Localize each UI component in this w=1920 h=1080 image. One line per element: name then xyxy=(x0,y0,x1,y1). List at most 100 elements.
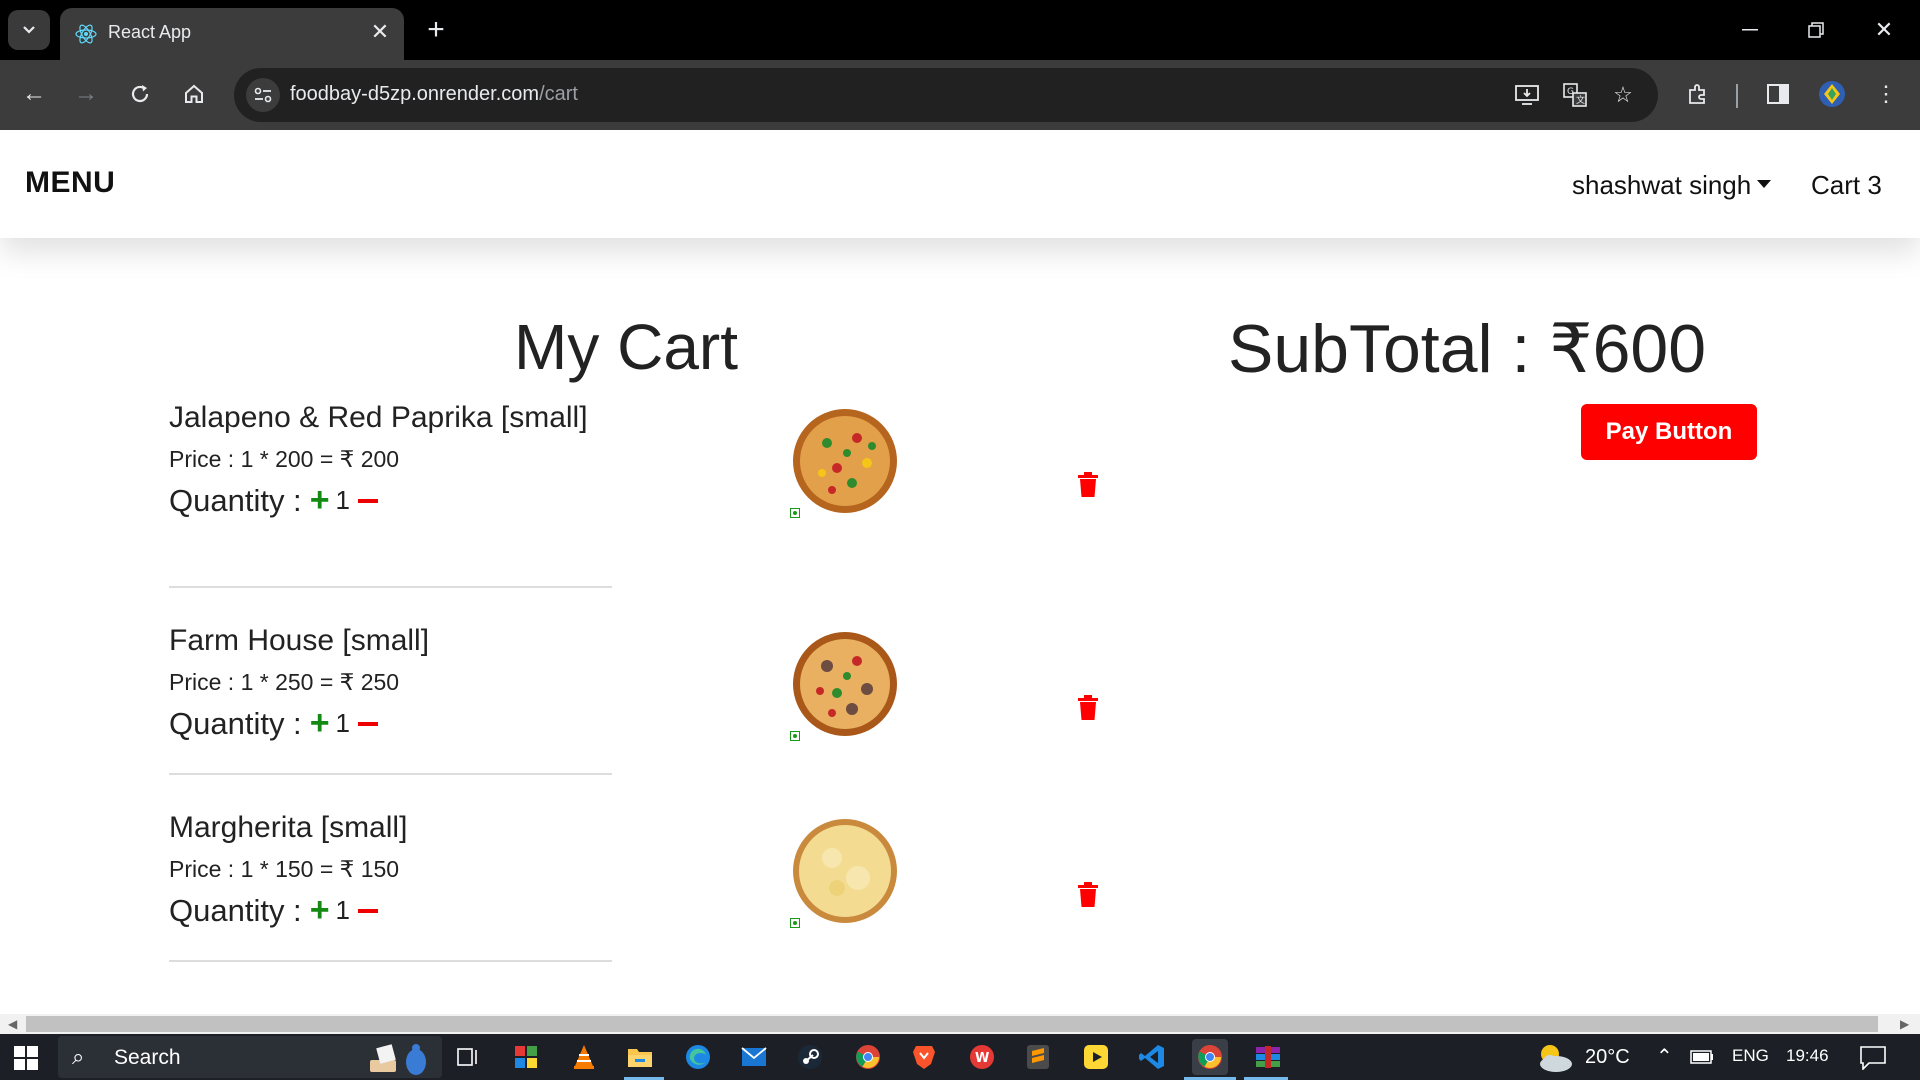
user-name: shashwat singh xyxy=(1572,170,1752,200)
wps-office-icon[interactable]: W xyxy=(964,1039,1000,1075)
item-price: Price : 1 * 200 = ₹ 200 xyxy=(169,446,400,472)
notification-icon[interactable] xyxy=(1860,1046,1886,1070)
svg-text:G: G xyxy=(1567,87,1574,97)
cart-item: Jalapeno & Red Paprika [small] Price : 1… xyxy=(169,400,612,520)
quantity-label: Quantity : xyxy=(169,705,302,741)
item-divider xyxy=(169,586,612,588)
battery-icon[interactable] xyxy=(1690,1050,1714,1064)
url-path: /cart xyxy=(539,83,578,105)
windows-taskbar: ⌕ Search W 20°C ⌃ ENG 19:46 xyxy=(0,1034,1920,1080)
delete-item-trash-icon[interactable] xyxy=(1077,882,1099,908)
increase-quantity-button[interactable]: + xyxy=(310,891,330,930)
quantity-value: 1 xyxy=(335,895,351,925)
taskbar-search[interactable]: ⌕ Search xyxy=(58,1036,442,1078)
site-info-icon[interactable] xyxy=(246,78,280,112)
url-host: foodbay-d5zp.onrender.com xyxy=(290,83,540,105)
subtotal: SubTotal : ₹600 xyxy=(1228,311,1707,387)
chrome-active-icon[interactable] xyxy=(1192,1039,1228,1075)
windows-start-icon[interactable] xyxy=(14,1046,38,1070)
translate-icon[interactable]: G文 xyxy=(1560,80,1590,110)
bookmark-star-icon[interactable]: ☆ xyxy=(1608,80,1638,110)
clock[interactable]: 19:46 xyxy=(1786,1046,1829,1066)
close-window-icon[interactable]: ✕ xyxy=(1854,8,1914,52)
svg-text:文: 文 xyxy=(1576,94,1585,106)
mail-icon[interactable] xyxy=(736,1039,772,1075)
delete-item-trash-icon[interactable] xyxy=(1077,695,1099,721)
profile-avatar[interactable] xyxy=(1812,74,1852,114)
item-name: Margherita [small] xyxy=(169,811,408,844)
increase-quantity-button[interactable]: + xyxy=(310,481,330,520)
reload-icon[interactable] xyxy=(120,74,160,114)
search-highlight-illustration xyxy=(370,1044,426,1075)
url-text[interactable]: foodbay-d5zp.onrender.com/cart xyxy=(290,83,578,106)
cart-item: Margherita [small] Price : 1 * 150 = ₹ 1… xyxy=(169,810,612,930)
horizontal-scrollbar[interactable]: ◀ ▶ xyxy=(0,1014,1920,1034)
forward-icon[interactable]: → xyxy=(66,74,106,114)
scrollbar-thumb[interactable] xyxy=(26,1016,1878,1032)
minimize-icon[interactable] xyxy=(1720,8,1780,52)
task-view-icon[interactable] xyxy=(450,1039,486,1075)
edge-icon[interactable] xyxy=(680,1039,716,1075)
menu-brand-link[interactable]: MENU xyxy=(25,166,115,200)
extensions-icon[interactable] xyxy=(1678,74,1718,114)
search-label: Search xyxy=(114,1046,181,1069)
vscode-icon[interactable] xyxy=(1134,1039,1170,1075)
chrome-icon[interactable] xyxy=(850,1039,886,1075)
item-quantity-row: Quantity : + 1 xyxy=(169,704,612,743)
media-player-icon[interactable] xyxy=(1078,1039,1114,1075)
veg-icon xyxy=(790,508,800,518)
react-logo-icon xyxy=(75,24,97,44)
decrease-quantity-button[interactable] xyxy=(358,908,379,913)
toolbar-separator xyxy=(1736,84,1738,108)
weather-temperature[interactable]: 20°C xyxy=(1585,1046,1630,1069)
winrar-icon[interactable] xyxy=(1250,1039,1286,1075)
pizza-farmhouse-image xyxy=(793,632,897,736)
browser-tab[interactable]: React App ✕ xyxy=(60,8,404,60)
item-quantity-row: Quantity : + 1 xyxy=(169,891,612,930)
tray-chevron-up-icon[interactable]: ⌃ xyxy=(1656,1044,1673,1069)
caret-down-icon xyxy=(1757,180,1772,189)
increase-quantity-button[interactable]: + xyxy=(310,704,330,743)
browser-toolbar: ← → foodbay-d5zp.onrender.com/cart G文 ☆ … xyxy=(0,60,1920,130)
quantity-label: Quantity : xyxy=(169,482,302,518)
pay-button[interactable]: Pay Button xyxy=(1581,404,1757,460)
language-indicator[interactable]: ENG xyxy=(1732,1046,1769,1066)
app-launcher-icon[interactable] xyxy=(508,1039,544,1075)
file-explorer-icon[interactable] xyxy=(622,1039,658,1075)
quantity-label: Quantity : xyxy=(169,892,302,928)
cart-link[interactable]: Cart 3 xyxy=(1811,170,1882,201)
decrease-quantity-button[interactable] xyxy=(358,498,379,503)
item-divider xyxy=(169,773,612,775)
home-icon[interactable] xyxy=(174,74,214,114)
cart-title: My Cart xyxy=(514,311,738,383)
item-price: Price : 1 * 250 = ₹ 250 xyxy=(169,669,400,695)
browser-tab-bar: React App ✕ + ✕ xyxy=(0,0,1920,60)
install-app-icon[interactable] xyxy=(1512,80,1542,110)
user-dropdown[interactable]: shashwat singh xyxy=(1572,170,1772,201)
steam-icon[interactable] xyxy=(792,1039,828,1075)
vlc-icon[interactable] xyxy=(566,1039,602,1075)
site-navbar: MENU shashwat singh Cart 3 xyxy=(0,130,1920,238)
sublime-text-icon[interactable] xyxy=(1020,1039,1056,1075)
delete-item-trash-icon[interactable] xyxy=(1077,472,1099,498)
side-panel-icon[interactable] xyxy=(1758,74,1798,114)
item-price: Price : 1 * 150 = ₹ 150 xyxy=(169,856,400,882)
svg-text:W: W xyxy=(975,1051,989,1066)
scroll-right-icon[interactable]: ▶ xyxy=(1900,1017,1909,1031)
quantity-value: 1 xyxy=(335,708,351,738)
tab-search-button[interactable] xyxy=(8,10,50,50)
web-page: MENU shashwat singh Cart 3 My Cart Jalap… xyxy=(0,130,1920,1014)
restore-icon[interactable] xyxy=(1786,8,1846,52)
veg-icon xyxy=(790,731,800,741)
brave-icon[interactable] xyxy=(906,1039,942,1075)
decrease-quantity-button[interactable] xyxy=(358,721,379,726)
scroll-left-icon[interactable]: ◀ xyxy=(8,1017,17,1031)
browser-menu-icon[interactable]: ⋮ xyxy=(1866,74,1906,114)
new-tab-button[interactable]: + xyxy=(418,12,454,48)
address-bar[interactable]: foodbay-d5zp.onrender.com/cart G文 ☆ xyxy=(234,68,1658,122)
back-icon[interactable]: ← xyxy=(14,74,54,114)
tab-title: React App xyxy=(108,22,192,42)
weather-cloud-icon[interactable] xyxy=(1534,1042,1576,1074)
tab-close-icon[interactable]: ✕ xyxy=(366,18,394,46)
item-divider xyxy=(169,960,612,962)
